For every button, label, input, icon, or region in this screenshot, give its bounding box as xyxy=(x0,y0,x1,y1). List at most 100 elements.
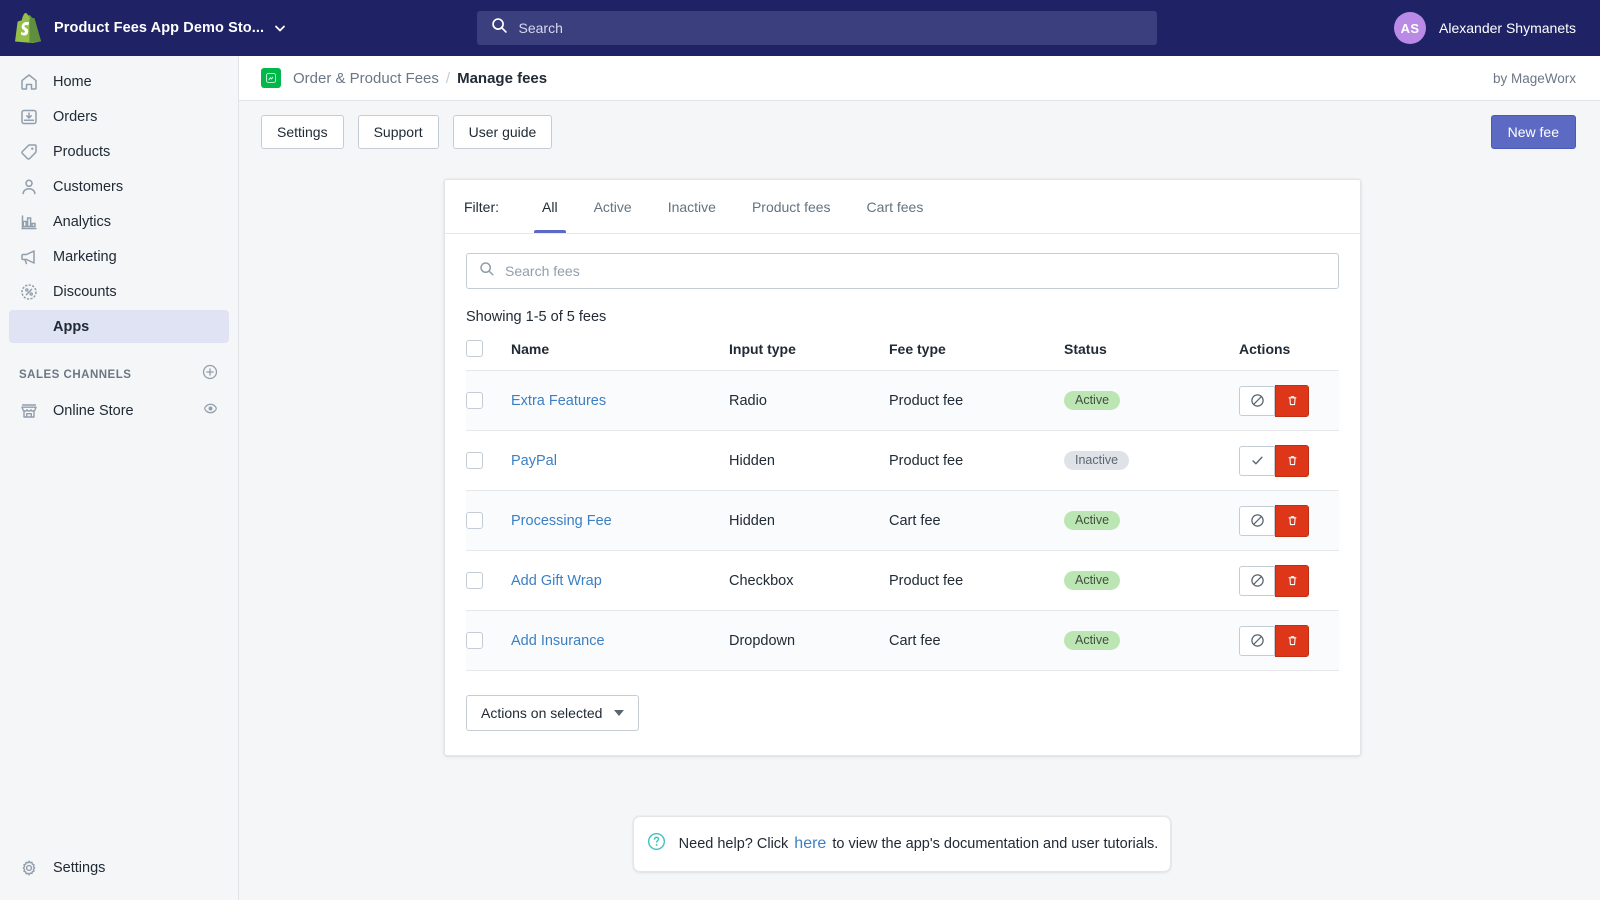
app-badge-icon xyxy=(261,68,281,88)
sidebar-item-discounts[interactable]: Discounts xyxy=(9,275,229,308)
row-status-cell: Inactive xyxy=(1064,430,1239,491)
fee-name-link[interactable]: Add Insurance xyxy=(511,633,605,649)
sidebar-item-label: Products xyxy=(53,143,111,160)
column-header-status: Status xyxy=(1064,340,1239,371)
global-search-input[interactable]: Search xyxy=(476,11,1157,45)
fees-card: Filter: All Active Inactive Product fees… xyxy=(444,179,1361,756)
fees-card-body: Search fees Showing 1-5 of 5 fees Name I… xyxy=(445,234,1360,755)
sidebar-item-label: Discounts xyxy=(53,283,117,300)
new-fee-button[interactable]: New fee xyxy=(1490,115,1576,149)
user-guide-button[interactable]: User guide xyxy=(452,115,553,149)
trash-icon[interactable] xyxy=(1275,384,1309,417)
sidebar-item-products[interactable]: Products xyxy=(9,135,229,168)
row-checkbox[interactable] xyxy=(466,632,483,649)
sidebar-item-label: Settings xyxy=(53,859,106,876)
disable-circle-slash-icon[interactable] xyxy=(1239,385,1275,416)
sidebar-item-orders[interactable]: Orders xyxy=(9,100,229,133)
bulk-actions-label: Actions on selected xyxy=(481,705,603,721)
table-row: Add Gift Wrap Checkbox Product fee Activ… xyxy=(466,550,1339,611)
trash-icon[interactable] xyxy=(1275,504,1309,537)
trash-icon[interactable] xyxy=(1275,444,1309,477)
tab-product-fees[interactable]: Product fees xyxy=(734,180,849,233)
breadcrumb-parent-link[interactable]: Order & Product Fees xyxy=(293,70,439,87)
global-search-placeholder: Search xyxy=(518,20,563,36)
select-all-header xyxy=(466,340,511,371)
user-name-label[interactable]: Alexander Shymanets xyxy=(1439,20,1576,36)
table-header-row: Name Input type Fee type Status Actions xyxy=(466,340,1339,371)
tab-label: Cart fees xyxy=(866,198,924,215)
fee-name-link[interactable]: Processing Fee xyxy=(511,513,612,529)
trash-icon[interactable] xyxy=(1275,564,1309,597)
help-link[interactable]: here xyxy=(794,835,826,853)
main-content: Order & Product Fees / Manage fees by Ma… xyxy=(239,56,1600,900)
marketing-megaphone-icon xyxy=(19,247,39,267)
sidebar-item-marketing[interactable]: Marketing xyxy=(9,240,229,273)
tab-all[interactable]: All xyxy=(524,180,576,233)
row-select-cell xyxy=(466,370,511,431)
row-checkbox[interactable] xyxy=(466,392,483,409)
status-badge: Active xyxy=(1064,510,1121,531)
analytics-bar-chart-icon xyxy=(19,212,39,232)
support-button[interactable]: Support xyxy=(357,115,439,149)
row-actions-cell xyxy=(1239,550,1339,611)
store-name-label: Product Fees App Demo Sto... xyxy=(54,20,265,36)
fee-name-link[interactable]: Add Gift Wrap xyxy=(511,573,602,589)
plus-circle-icon[interactable] xyxy=(201,363,219,386)
status-badge: Active xyxy=(1064,390,1121,411)
row-fee-type-cell: Product fee xyxy=(889,550,1064,611)
row-name-cell: PayPal xyxy=(511,430,729,491)
disable-circle-slash-icon[interactable] xyxy=(1239,625,1275,656)
sidebar-item-customers[interactable]: Customers xyxy=(9,170,229,203)
tab-label: Inactive xyxy=(667,198,716,215)
top-bar-left: Product Fees App Demo Sto... xyxy=(0,0,286,56)
sidebar-item-home[interactable]: Home xyxy=(9,65,229,98)
row-action-group xyxy=(1239,564,1339,597)
sidebar-item-online-store[interactable]: Online Store xyxy=(0,394,238,427)
tab-cart-fees[interactable]: Cart fees xyxy=(849,180,942,233)
search-fees-input[interactable]: Search fees xyxy=(466,253,1339,289)
sidebar-item-label: Apps xyxy=(53,318,90,335)
disable-circle-slash-icon[interactable] xyxy=(1239,505,1275,536)
fee-name-link[interactable]: PayPal xyxy=(511,453,557,469)
sidebar-item-analytics[interactable]: Analytics xyxy=(9,205,229,238)
row-input-type-cell: Hidden xyxy=(729,490,889,551)
enable-check-icon[interactable] xyxy=(1239,445,1275,476)
breadcrumb: Order & Product Fees / Manage fees by Ma… xyxy=(239,56,1600,101)
settings-button[interactable]: Settings xyxy=(261,115,344,149)
row-fee-type-cell: Cart fee xyxy=(889,490,1064,551)
status-badge: Active xyxy=(1064,630,1121,651)
sales-channels-title: SALES CHANNELS xyxy=(19,368,132,381)
row-checkbox[interactable] xyxy=(466,452,483,469)
sidebar-item-apps[interactable]: Apps xyxy=(9,310,229,343)
tab-inactive[interactable]: Inactive xyxy=(650,180,734,233)
row-fee-type-cell: Product fee xyxy=(889,370,1064,431)
bulk-actions-dropdown[interactable]: Actions on selected xyxy=(466,695,640,731)
fees-table-head: Name Input type Fee type Status Actions xyxy=(466,340,1339,371)
sidebar-item-label: Home xyxy=(53,73,92,90)
row-name-cell: Processing Fee xyxy=(511,490,729,551)
row-checkbox[interactable] xyxy=(466,572,483,589)
home-icon xyxy=(19,72,39,92)
disable-circle-slash-icon[interactable] xyxy=(1239,565,1275,596)
eye-icon[interactable] xyxy=(202,400,219,422)
row-input-type-cell: Hidden xyxy=(729,430,889,491)
avatar[interactable]: AS xyxy=(1394,12,1427,44)
top-bar-right: AS Alexander Shymanets xyxy=(1394,12,1600,44)
fee-name-link[interactable]: Extra Features xyxy=(511,393,606,409)
help-banner: Need help? Click here to view the app's … xyxy=(633,816,1171,872)
row-fee-type-cell: Cart fee xyxy=(889,610,1064,671)
row-checkbox[interactable] xyxy=(466,512,483,529)
column-header-input-type: Input type xyxy=(729,340,889,371)
shopify-admin-window: Product Fees App Demo Sto... Search AS A… xyxy=(0,0,1600,900)
select-all-checkbox[interactable] xyxy=(466,340,483,357)
tab-label: Active xyxy=(593,198,632,215)
filter-tab-bar: Filter: All Active Inactive Product fees… xyxy=(445,180,1360,234)
row-actions-cell xyxy=(1239,490,1339,551)
sidebar: Home Orders Products Customers Analytics… xyxy=(0,56,239,900)
sidebar-item-settings[interactable]: Settings xyxy=(9,851,230,884)
trash-icon[interactable] xyxy=(1275,624,1309,657)
help-text-after: to view the app's documentation and user… xyxy=(832,836,1159,852)
row-select-cell xyxy=(466,610,511,671)
row-status-cell: Active xyxy=(1064,490,1239,551)
tab-active[interactable]: Active xyxy=(576,180,650,233)
